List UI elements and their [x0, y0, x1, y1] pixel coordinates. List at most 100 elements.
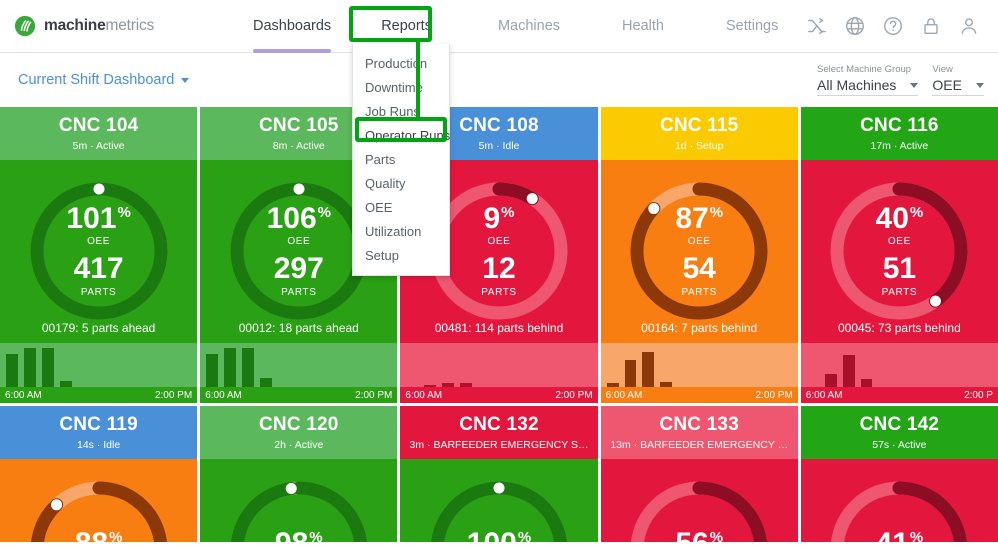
card-title: CNC 120 [259, 414, 339, 435]
oee-percent-symbol: % [309, 528, 323, 543]
nav-item-dashboards[interactable]: Dashboards [239, 0, 345, 53]
spark-bar [206, 353, 219, 387]
job-status-line: 00179: 5 parts ahead [41, 321, 156, 335]
nav-item-health-label: Health [622, 17, 664, 34]
dashboard-toolbar: Current Shift Dashboard Select Machine G… [0, 53, 998, 107]
oee-gauge: 98% OEE [219, 470, 379, 542]
brand-text: machinemetrics [44, 17, 154, 35]
oee-value: 9% [483, 202, 515, 235]
card-title: CNC 142 [859, 414, 940, 435]
spark-bar [624, 359, 637, 387]
spark-bar [642, 351, 655, 387]
dropdown-item-quality[interactable]: Quality [353, 171, 449, 195]
oee-caption: OEE [887, 236, 911, 247]
nav-item-settings[interactable]: Settings [712, 0, 792, 53]
spark-bars [400, 343, 597, 387]
dropdown-item-setup[interactable]: Setup [353, 243, 449, 267]
parts-caption: PARTS [481, 287, 517, 298]
gauge-center: 98% OEE [219, 470, 379, 542]
oee-caption: OEE [87, 236, 111, 247]
card-sparkline: 6:00 AM 2:00 PM [200, 343, 398, 403]
parts-value: 51 [882, 252, 917, 285]
nav-active-underline [253, 48, 332, 53]
gauge-center: 56% OEE [619, 470, 779, 542]
machine-group-field: Select Machine Group All Machines [817, 64, 919, 96]
spark-bar [842, 355, 855, 387]
card-body: 100% OEE [400, 459, 598, 542]
card-title: CNC 105 [259, 115, 339, 136]
machine-card[interactable]: CNC 104 5m · Active 101% OEE 417 PARTS 0… [0, 107, 198, 403]
spark-bar [6, 353, 18, 387]
machine-group-select[interactable]: All Machines [817, 77, 919, 96]
card-status: 17m · Active [870, 140, 929, 152]
machine-card[interactable]: CNC 142 57s · Active 41% OEE [800, 406, 998, 542]
machine-card[interactable]: CNC 119 14s · Idle 88% OEE [0, 406, 198, 542]
lock-icon[interactable] [920, 15, 942, 37]
oee-gauge: 101% OEE 417 PARTS [19, 171, 179, 331]
oee-gauge: 40% OEE 51 PARTS [819, 171, 979, 331]
card-sparkline: 6:00 AM 2:00 PM [600, 343, 798, 403]
card-header: CNC 142 57s · Active [800, 406, 998, 459]
card-body: 87% OEE 54 PARTS 00164: 7 parts behind [600, 160, 798, 343]
oee-percent-symbol: % [709, 528, 724, 543]
view-value: OEE [932, 77, 962, 93]
oee-value: 106% [266, 202, 331, 235]
brand-logo[interactable]: machinemetrics [0, 15, 215, 37]
nav-item-dashboards-label: Dashboards [253, 17, 332, 34]
card-sparkline: 6:00 AM 2:00 PM [0, 343, 198, 403]
chevron-down-icon [910, 82, 919, 88]
dropdown-item-operator-runs[interactable]: Operator Runs [353, 123, 450, 147]
dropdown-item-production[interactable]: Production [353, 51, 449, 75]
spark-axis-end: 2:00 PM [755, 389, 793, 401]
dropdown-item-parts[interactable]: Parts [353, 147, 449, 171]
oee-gauge: 88% OEE [19, 470, 179, 542]
spark-bar [41, 348, 54, 387]
nav-item-machines[interactable]: Machines [484, 0, 574, 53]
nav-item-settings-label: Settings [725, 17, 779, 34]
machine-card[interactable]: CNC 120 2h · Active 98% OEE [200, 406, 398, 542]
card-status: 14s · Idle [76, 439, 121, 451]
spark-axis-end: 2:00 P [964, 389, 993, 401]
parts-caption: PARTS [281, 287, 317, 298]
machine-card[interactable]: CNC 132 3m · BARFEEDER EMERGENCY S… 100%… [400, 406, 598, 542]
oee-percent-symbol: % [517, 528, 532, 543]
gauge-center: 88% OEE [19, 470, 179, 542]
machine-card[interactable]: CNC 116 17m · Active 40% OEE 51 PARTS 00… [800, 107, 998, 403]
machinemetrics-logo-icon [14, 15, 36, 37]
dashboard-selector-label: Current Shift Dashboard [18, 72, 175, 88]
spark-axis-start: 6:00 AM [205, 389, 242, 401]
dashboard-selector[interactable]: Current Shift Dashboard [18, 72, 190, 88]
nav-icon-group [806, 15, 998, 37]
card-status: 5m · Active [72, 140, 125, 152]
spark-axis-end: 2:00 PM [355, 389, 393, 401]
user-icon[interactable] [958, 15, 980, 37]
parts-caption: PARTS [881, 287, 918, 298]
dropdown-item-oee[interactable]: OEE [353, 195, 449, 219]
dropdown-item-utilization[interactable]: Utilization [353, 219, 449, 243]
machine-card[interactable]: CNC 115 1d · Setup 87% OEE 54 PARTS 0016… [600, 107, 798, 403]
dropdown-item-job-runs[interactable]: Job Runs [353, 99, 449, 123]
help-icon[interactable] [882, 15, 904, 37]
globe-icon[interactable] [844, 15, 866, 37]
machine-card[interactable]: CNC 133 13m · BARFEEDER EMERGENCY … 56% … [600, 406, 798, 542]
chevron-down-icon [181, 77, 190, 83]
top-navbar: machinemetrics Dashboards Reports Machin… [0, 0, 998, 53]
card-body: 98% OEE [200, 459, 398, 542]
shuffle-icon[interactable] [806, 15, 828, 37]
spark-axis-start: 6:00 AM [805, 389, 843, 401]
card-status: 3m · BARFEEDER EMERGENCY S… [409, 439, 589, 451]
parts-value: 417 [73, 252, 124, 285]
view-select[interactable]: OEE [932, 77, 984, 96]
nav-item-health[interactable]: Health [608, 0, 678, 53]
gauge-center: 100% OEE [419, 470, 579, 542]
dropdown-item-downtime[interactable]: Downtime [353, 75, 449, 99]
machinemetrics-dashboard: machinemetrics Dashboards Reports Machin… [0, 0, 998, 548]
parts-value: 297 [273, 252, 324, 285]
oee-percent-symbol: % [317, 204, 331, 221]
machine-card-grid-row-2: CNC 119 14s · Idle 88% OEE CNC 120 2h · … [0, 406, 998, 542]
spark-axis-end: 2:00 PM [154, 389, 193, 401]
nav-item-machines-label: Machines [497, 17, 561, 34]
machine-group-value: All Machines [817, 77, 897, 93]
gauge-center: 41% OEE [819, 470, 979, 542]
spark-bars [601, 343, 798, 387]
